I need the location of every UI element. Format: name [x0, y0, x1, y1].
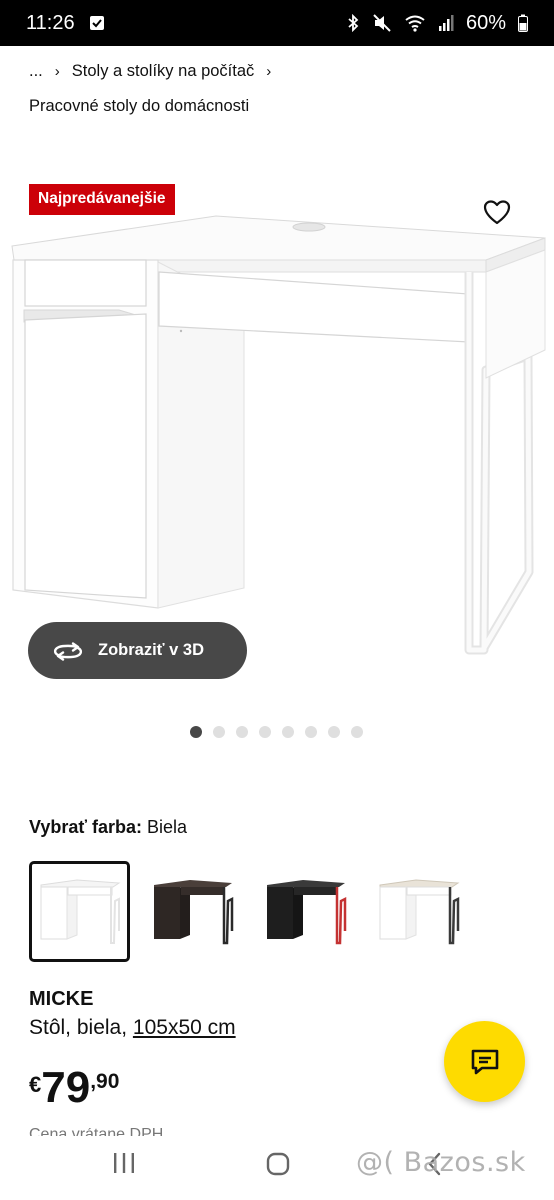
mute-icon — [372, 14, 392, 32]
status-time: 11:26 — [26, 11, 75, 34]
swatch-black-red[interactable] — [255, 861, 356, 962]
bestseller-badge: Najpredávanejšie — [29, 184, 175, 215]
color-label-title: Vybrať farba: — [29, 817, 142, 837]
chat-button[interactable] — [444, 1021, 525, 1102]
notification-check-icon — [89, 15, 105, 31]
product-price: € 79 ,90 — [29, 1064, 119, 1112]
recent-apps-icon[interactable] — [112, 1152, 136, 1179]
carousel-dot[interactable] — [190, 726, 202, 738]
product-size-link[interactable]: 105x50 cm — [133, 1016, 236, 1039]
home-icon[interactable] — [266, 1152, 290, 1181]
carousel-dot[interactable] — [236, 726, 248, 738]
product-name: MICKE — [29, 988, 94, 1010]
price-integer: 79 — [41, 1063, 91, 1112]
breadcrumb-ellipsis[interactable]: ... — [29, 62, 43, 81]
swatch-white-anthracite[interactable] — [368, 861, 469, 962]
battery-percent: 60% — [465, 11, 506, 34]
color-swatches — [29, 861, 469, 962]
carousel-dot[interactable] — [259, 726, 271, 738]
chevron-right-icon: › — [54, 63, 60, 80]
product-description: Stôl, biela, 105x50 cm — [29, 1016, 236, 1040]
price-decimal: ,90 — [90, 1070, 120, 1093]
color-label-value: Biela — [147, 817, 188, 837]
swatch-white[interactable] — [29, 861, 130, 962]
price-footnote: Cena vrátane DPH — [29, 1128, 163, 1136]
carousel-dot[interactable] — [305, 726, 317, 738]
carousel-dot[interactable] — [282, 726, 294, 738]
wifi-icon — [404, 14, 426, 32]
breadcrumb-current[interactable]: Pracovné stoly do domácnosti — [29, 97, 249, 116]
rotate-3d-icon — [53, 641, 83, 661]
watermark: @( Bazos.sk — [356, 1147, 526, 1178]
breadcrumb: ... › Stoly a stolíky na počítač › — [29, 62, 283, 81]
status-bar: 11:26 60% — [0, 0, 554, 46]
favorite-button[interactable] — [480, 196, 514, 228]
product-desc-text: Stôl, biela, — [29, 1016, 133, 1039]
chevron-right-icon: › — [266, 63, 272, 80]
battery-icon — [518, 14, 528, 32]
price-currency: € — [29, 1072, 42, 1097]
bluetooth-icon — [346, 14, 360, 32]
breadcrumb-item[interactable]: Stoly a stolíky na počítač — [72, 62, 255, 81]
carousel-dots — [190, 726, 363, 738]
chat-icon — [471, 1049, 498, 1074]
product-image[interactable] — [0, 210, 554, 670]
carousel-dot[interactable] — [213, 726, 225, 738]
swatch-black-brown[interactable] — [142, 861, 243, 962]
signal-icon — [438, 14, 454, 32]
color-label: Vybrať farba: Biela — [29, 817, 187, 838]
carousel-dot[interactable] — [351, 726, 363, 738]
carousel-dot[interactable] — [328, 726, 340, 738]
view-3d-label: Zobraziť v 3D — [98, 641, 205, 659]
view-3d-button[interactable]: Zobraziť v 3D — [28, 622, 247, 679]
heart-icon — [483, 199, 511, 224]
